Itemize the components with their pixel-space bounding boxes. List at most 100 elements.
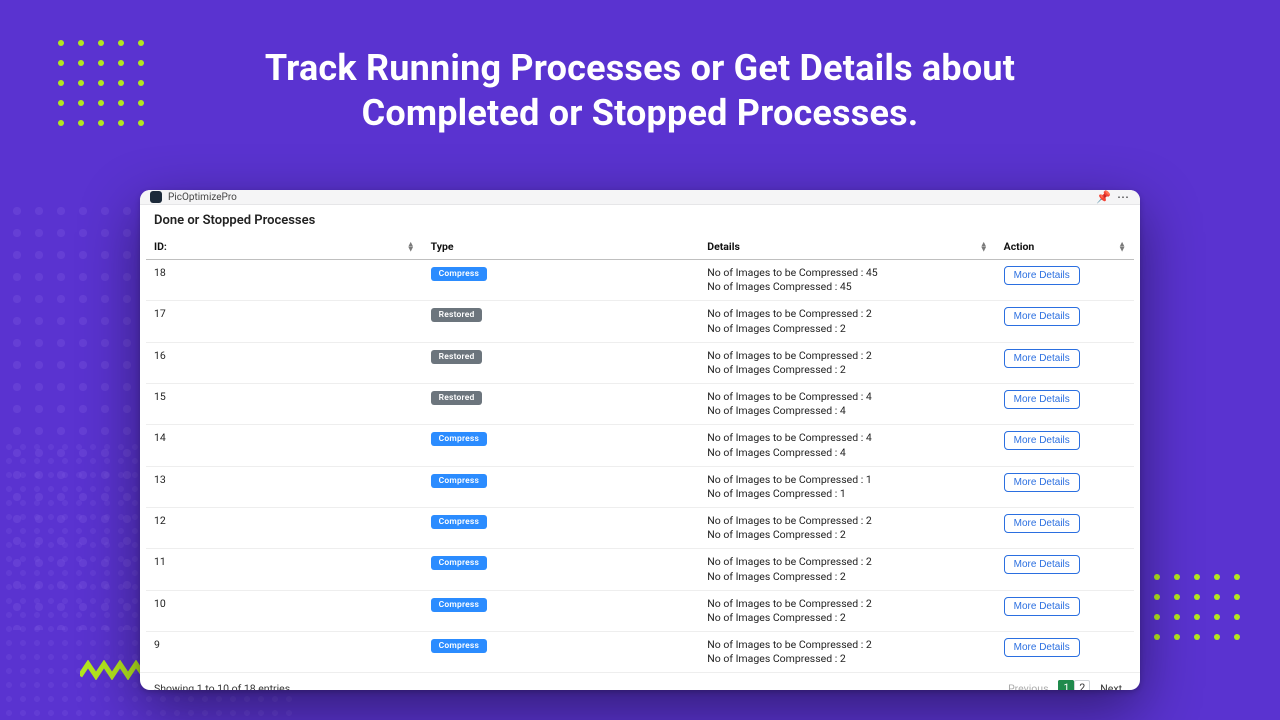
restored-badge: Restored bbox=[431, 308, 483, 322]
cell-type: Compress bbox=[423, 590, 700, 631]
more-details-button[interactable]: More Details bbox=[1004, 638, 1080, 657]
cell-details: No of Images to be Compressed : 2No of I… bbox=[699, 549, 995, 590]
cell-type: Restored bbox=[423, 342, 700, 383]
cell-details: No of Images to be Compressed : 2No of I… bbox=[699, 301, 995, 342]
cell-id: 9 bbox=[146, 632, 423, 673]
more-details-button[interactable]: More Details bbox=[1004, 390, 1080, 409]
cell-id: 14 bbox=[146, 425, 423, 466]
pager-next[interactable]: Next bbox=[1096, 682, 1126, 690]
pager-prev[interactable]: Previous bbox=[1004, 682, 1052, 690]
cell-type: Restored bbox=[423, 301, 700, 342]
detail-to-compress: No of Images to be Compressed : 2 bbox=[707, 638, 987, 652]
table-row: 10 Compress No of Images to be Compressed … bbox=[146, 590, 1134, 631]
compress-badge: Compress bbox=[431, 515, 487, 529]
compress-badge: Compress bbox=[431, 432, 487, 446]
table-row: 15 Restored No of Images to be Compressed … bbox=[146, 384, 1134, 425]
cell-id: 12 bbox=[146, 508, 423, 549]
detail-compressed: No of Images Compressed : 2 bbox=[707, 652, 987, 666]
more-details-button[interactable]: More Details bbox=[1004, 597, 1080, 616]
detail-compressed: No of Images Compressed : 2 bbox=[707, 570, 987, 584]
cell-action: More Details bbox=[996, 384, 1134, 425]
detail-compressed: No of Images Compressed : 1 bbox=[707, 487, 987, 501]
cell-action: More Details bbox=[996, 260, 1134, 301]
col-header-details[interactable]: Details ▲▼ bbox=[699, 234, 995, 260]
pager-page[interactable]: 1 bbox=[1058, 680, 1074, 690]
detail-compressed: No of Images Compressed : 2 bbox=[707, 363, 987, 377]
sort-icon: ▲▼ bbox=[407, 241, 415, 252]
cell-details: No of Images to be Compressed : 4No of I… bbox=[699, 425, 995, 466]
app-title: PicOptimizePro bbox=[168, 192, 237, 203]
compress-badge: Compress bbox=[431, 598, 487, 612]
more-details-button[interactable]: More Details bbox=[1004, 473, 1080, 492]
pager: Previous 12 Next bbox=[1004, 679, 1126, 690]
titlebar: PicOptimizePro 📌 ⋯ bbox=[140, 190, 1140, 205]
compress-badge: Compress bbox=[431, 267, 487, 281]
cell-id: 18 bbox=[146, 260, 423, 301]
col-header-type[interactable]: Type bbox=[423, 234, 700, 260]
more-details-button[interactable]: More Details bbox=[1004, 555, 1080, 574]
processes-table: ID: ▲▼ Type Details ▲▼ Action ▲▼ bbox=[146, 234, 1134, 672]
cell-type: Compress bbox=[423, 549, 700, 590]
cell-details: No of Images to be Compressed : 2No of I… bbox=[699, 342, 995, 383]
compress-badge: Compress bbox=[431, 639, 487, 653]
cell-action: More Details bbox=[996, 590, 1134, 631]
cell-id: 13 bbox=[146, 466, 423, 507]
detail-compressed: No of Images Compressed : 4 bbox=[707, 404, 987, 418]
col-header-id[interactable]: ID: ▲▼ bbox=[146, 234, 423, 260]
cell-type: Compress bbox=[423, 632, 700, 673]
detail-compressed: No of Images Compressed : 45 bbox=[707, 280, 987, 294]
cell-action: More Details bbox=[996, 425, 1134, 466]
cell-details: No of Images to be Compressed : 2No of I… bbox=[699, 508, 995, 549]
headline-line-1: Track Running Processes or Get Details a… bbox=[265, 47, 1015, 89]
headline-line-2: Completed or Stopped Processes. bbox=[362, 92, 919, 134]
more-details-button[interactable]: More Details bbox=[1004, 266, 1080, 285]
col-header-action[interactable]: Action ▲▼ bbox=[996, 234, 1134, 260]
cell-id: 17 bbox=[146, 301, 423, 342]
table-row: 9 Compress No of Images to be Compressed :… bbox=[146, 632, 1134, 673]
cell-type: Compress bbox=[423, 466, 700, 507]
detail-to-compress: No of Images to be Compressed : 2 bbox=[707, 597, 987, 611]
more-details-button[interactable]: More Details bbox=[1004, 307, 1080, 326]
more-icon[interactable]: ⋯ bbox=[1116, 190, 1130, 204]
table-footer: Showing 1 to 10 of 18 entries Previous 1… bbox=[140, 672, 1140, 690]
more-details-button[interactable]: More Details bbox=[1004, 349, 1080, 368]
cell-details: No of Images to be Compressed : 2No of I… bbox=[699, 590, 995, 631]
pager-page[interactable]: 2 bbox=[1074, 680, 1090, 690]
pin-icon[interactable]: 📌 bbox=[1096, 190, 1110, 204]
col-header-type-label: Type bbox=[431, 240, 454, 253]
cell-action: More Details bbox=[996, 466, 1134, 507]
cell-action: More Details bbox=[996, 301, 1134, 342]
detail-compressed: No of Images Compressed : 4 bbox=[707, 446, 987, 460]
more-details-button[interactable]: More Details bbox=[1004, 431, 1080, 450]
table-row: 16RestoredNo of Images to be Compressed … bbox=[146, 342, 1134, 383]
cell-type: Compress bbox=[423, 260, 700, 301]
detail-to-compress: No of Images to be Compressed : 45 bbox=[707, 266, 987, 280]
section-title: Done or Stopped Processes bbox=[140, 205, 1140, 234]
cell-details: No of Images to be Compressed : 1No of I… bbox=[699, 466, 995, 507]
cell-id: 16 bbox=[146, 342, 423, 383]
app-icon bbox=[150, 191, 162, 203]
col-header-action-label: Action bbox=[1004, 240, 1035, 253]
cell-details: No of Images to be Compressed : 2No of I… bbox=[699, 632, 995, 673]
cell-id: 10 bbox=[146, 590, 423, 631]
entries-summary: Showing 1 to 10 of 18 entries bbox=[154, 682, 290, 690]
cell-action: More Details bbox=[996, 549, 1134, 590]
compress-badge: Compress bbox=[431, 556, 487, 570]
col-header-details-label: Details bbox=[707, 240, 740, 253]
table-row: 11 Compress No of Images to be Compressed … bbox=[146, 549, 1134, 590]
compress-badge: Compress bbox=[431, 474, 487, 488]
detail-to-compress: No of Images to be Compressed : 4 bbox=[707, 390, 987, 404]
sort-icon: ▲▼ bbox=[980, 241, 988, 252]
cell-action: More Details bbox=[996, 342, 1134, 383]
cell-action: More Details bbox=[996, 632, 1134, 673]
cell-id: 15 bbox=[146, 384, 423, 425]
detail-to-compress: No of Images to be Compressed : 2 bbox=[707, 514, 987, 528]
cell-id: 11 bbox=[146, 549, 423, 590]
more-details-button[interactable]: More Details bbox=[1004, 514, 1080, 533]
detail-to-compress: No of Images to be Compressed : 2 bbox=[707, 555, 987, 569]
restored-badge: Restored bbox=[431, 391, 483, 405]
cell-details: No of Images to be Compressed : 45No of … bbox=[699, 260, 995, 301]
table-row: 12 Compress No of Images to be Compressed … bbox=[146, 508, 1134, 549]
cell-type: Compress bbox=[423, 425, 700, 466]
cell-details: No of Images to be Compressed : 4No of I… bbox=[699, 384, 995, 425]
